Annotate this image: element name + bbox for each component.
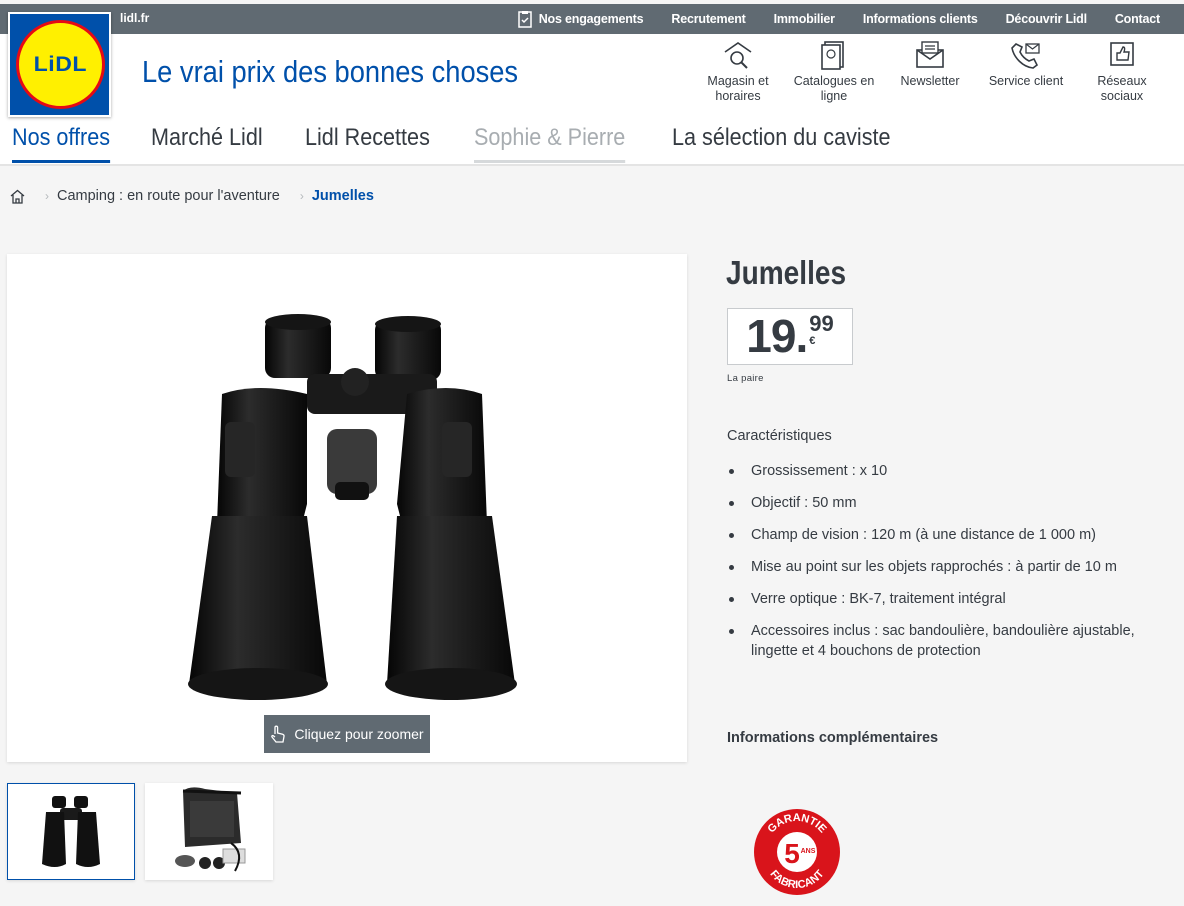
top-bar: lidl.fr Nos engagements Recrutement Immo… [0, 4, 1184, 34]
home-icon[interactable] [10, 189, 25, 204]
thumbnail-accessories[interactable] [145, 783, 273, 880]
warranty-badge-icon: GARANTIE FABRICANT 5 ANS [754, 809, 840, 895]
price-box: 19 . 99 € [727, 308, 853, 365]
topnav-immobilier[interactable]: Immobilier [760, 12, 849, 26]
feature-item: Grossissement : x 10 [727, 461, 1184, 481]
svg-text:ANS: ANS [801, 848, 816, 855]
features-list: Grossissement : x 10 Objectif : 50 mm Ch… [727, 461, 1184, 673]
binoculars-image [188, 314, 517, 700]
site-link[interactable]: lidl.fr [120, 11, 149, 25]
product-image-panel[interactable]: Cliquez pour zoomer [7, 254, 687, 762]
social-like-icon [1110, 42, 1134, 66]
customer-service-icon [1011, 43, 1040, 69]
thumbnail-binoculars[interactable] [7, 783, 135, 880]
catalogue-icon [821, 41, 844, 70]
service-client[interactable]: Service client [978, 40, 1074, 104]
header: LiDL Le vrai prix des bonnes choses Maga… [0, 12, 1184, 166]
top-nav: Nos engagements Recrutement Immobilier I… [503, 4, 1160, 34]
feature-item: Verre optique : BK-7, traitement intégra… [727, 589, 1184, 609]
product-title: Jumelles [726, 254, 847, 291]
feature-item: Accessoires inclus : sac bandoulière, ba… [727, 621, 1184, 661]
zoom-button[interactable]: Cliquez pour zoomer [264, 715, 430, 753]
topnav-engagements[interactable]: Nos engagements [503, 10, 658, 28]
topnav-recrutement[interactable]: Recrutement [657, 12, 759, 26]
breadcrumb-category[interactable]: Camping : en route pour l'aventure [57, 188, 280, 204]
service-newsletter[interactable]: Newsletter [882, 40, 978, 104]
service-magasin[interactable]: Magasin et horaires [690, 40, 786, 104]
svg-text:5: 5 [784, 838, 800, 869]
service-catalogues[interactable]: Catalogues en ligne [786, 40, 882, 104]
accessories-thumb [175, 787, 246, 872]
nav-selection-caviste[interactable]: La sélection du caviste [672, 124, 891, 163]
service-reseaux[interactable]: Réseaux sociaux [1074, 40, 1170, 104]
feature-item: Mise au point sur les objets rapprochés … [727, 557, 1184, 577]
breadcrumb-separator: › [45, 189, 49, 203]
store-search-icon [724, 42, 752, 69]
features-heading: Caractéristiques [727, 428, 832, 444]
lidl-logo[interactable]: LiDL [8, 12, 111, 117]
hand-pointer-icon [271, 725, 286, 743]
nav-lidl-recettes[interactable]: Lidl Recettes [305, 124, 430, 163]
breadcrumb: › Camping : en route pour l'aventure › J… [10, 188, 374, 204]
tagline: Le vrai prix des bonnes choses [142, 54, 519, 89]
topnav-contact[interactable]: Contact [1101, 12, 1160, 26]
price-unit: La paire [727, 373, 764, 384]
feature-item: Objectif : 50 mm [727, 493, 1184, 513]
breadcrumb-current: Jumelles [311, 188, 374, 204]
service-links: Magasin et horaires Catalogues en ligne … [690, 40, 1170, 104]
nav-sophie-pierre[interactable]: Sophie & Pierre [473, 124, 626, 163]
engagement-icon [517, 11, 532, 28]
newsletter-icon [916, 41, 944, 68]
nav-nos-offres[interactable]: Nos offres [12, 124, 111, 163]
main-nav: Nos offres Marché Lidl Lidl Recettes Sop… [12, 124, 915, 163]
breadcrumb-separator: › [299, 189, 304, 203]
price-decimals: 99 [809, 311, 834, 336]
price-currency: € [809, 335, 816, 347]
more-info-heading[interactable]: Informations complémentaires [727, 730, 938, 746]
binoculars-thumb [42, 796, 100, 867]
topnav-informations-clients[interactable]: Informations clients [849, 12, 992, 26]
feature-item: Champ de vision : 120 m (à une distance … [727, 525, 1184, 545]
price-integer: 19 [746, 310, 796, 362]
topnav-decouvrir-lidl[interactable]: Découvrir Lidl [992, 12, 1101, 26]
nav-marche-lidl[interactable]: Marché Lidl [151, 124, 263, 163]
